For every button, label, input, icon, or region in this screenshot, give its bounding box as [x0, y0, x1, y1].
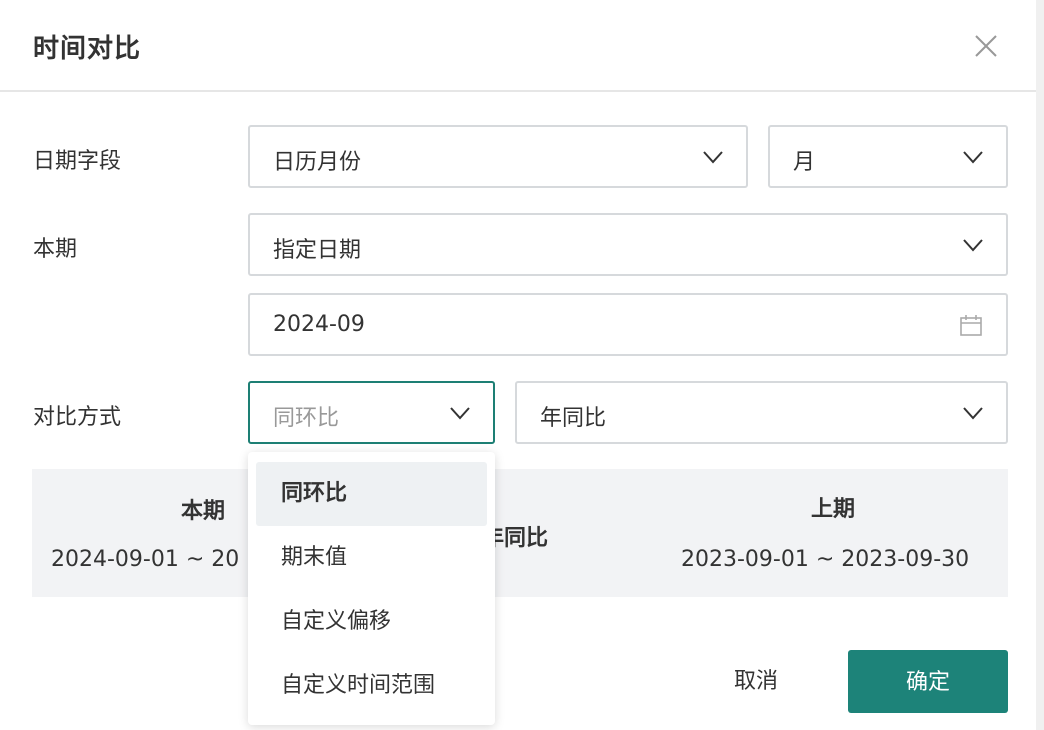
date-picker-value: 2024-09	[273, 312, 365, 337]
date-field-label: 日期字段	[33, 149, 122, 174]
compare-type-select[interactable]: 同环比	[248, 381, 495, 444]
granularity-select[interactable]: 月	[768, 125, 1008, 188]
summary-current-label: 本期	[181, 499, 226, 524]
chevron-down-icon	[963, 151, 983, 164]
date-picker-input[interactable]: 2024-09	[248, 293, 1008, 356]
current-period-mode-select[interactable]: 指定日期	[248, 213, 1008, 276]
compare-sub-value: 年同比	[540, 406, 607, 431]
date-field-value: 日历月份	[273, 150, 362, 175]
dropdown-option-custom-offset[interactable]: 自定义偏移	[256, 590, 487, 654]
compare-type-value: 同环比	[273, 406, 340, 431]
time-compare-dialog: 时间对比 日期字段 日历月份 月 本期 指定日期 2024-09 对比方式 同环…	[0, 0, 1044, 730]
cancel-button[interactable]: 取消	[708, 650, 804, 712]
compare-type-dropdown: 同环比 期末值 自定义偏移 自定义时间范围	[248, 452, 495, 725]
current-period-label: 本期	[33, 237, 78, 262]
close-icon	[975, 35, 997, 57]
chevron-down-icon	[703, 151, 723, 164]
dialog-title: 时间对比	[33, 34, 142, 64]
compare-sub-select[interactable]: 年同比	[515, 381, 1008, 444]
dialog-header: 时间对比	[0, 0, 1036, 92]
date-field-select[interactable]: 日历月份	[248, 125, 748, 188]
summary-current-range: 2024-09-01 ~ 20	[51, 547, 240, 572]
chevron-down-icon	[963, 239, 983, 252]
chevron-down-icon	[450, 407, 470, 420]
dropdown-option-period-end[interactable]: 期末值	[256, 526, 487, 590]
dropdown-option-custom-range[interactable]: 自定义时间范围	[256, 654, 487, 718]
confirm-button[interactable]: 确定	[848, 650, 1008, 713]
scrollbar-track	[1036, 0, 1044, 730]
current-period-mode-value: 指定日期	[273, 238, 362, 263]
summary-previous-label: 上期	[811, 497, 856, 522]
dropdown-option-yoy-mom[interactable]: 同环比	[256, 462, 487, 526]
close-button[interactable]	[970, 30, 1002, 62]
summary-previous-range: 2023-09-01 ~ 2023-09-30	[681, 547, 970, 572]
granularity-value: 月	[793, 150, 816, 175]
compare-method-label: 对比方式	[33, 405, 122, 430]
chevron-down-icon	[963, 407, 983, 420]
calendar-icon	[960, 315, 982, 336]
